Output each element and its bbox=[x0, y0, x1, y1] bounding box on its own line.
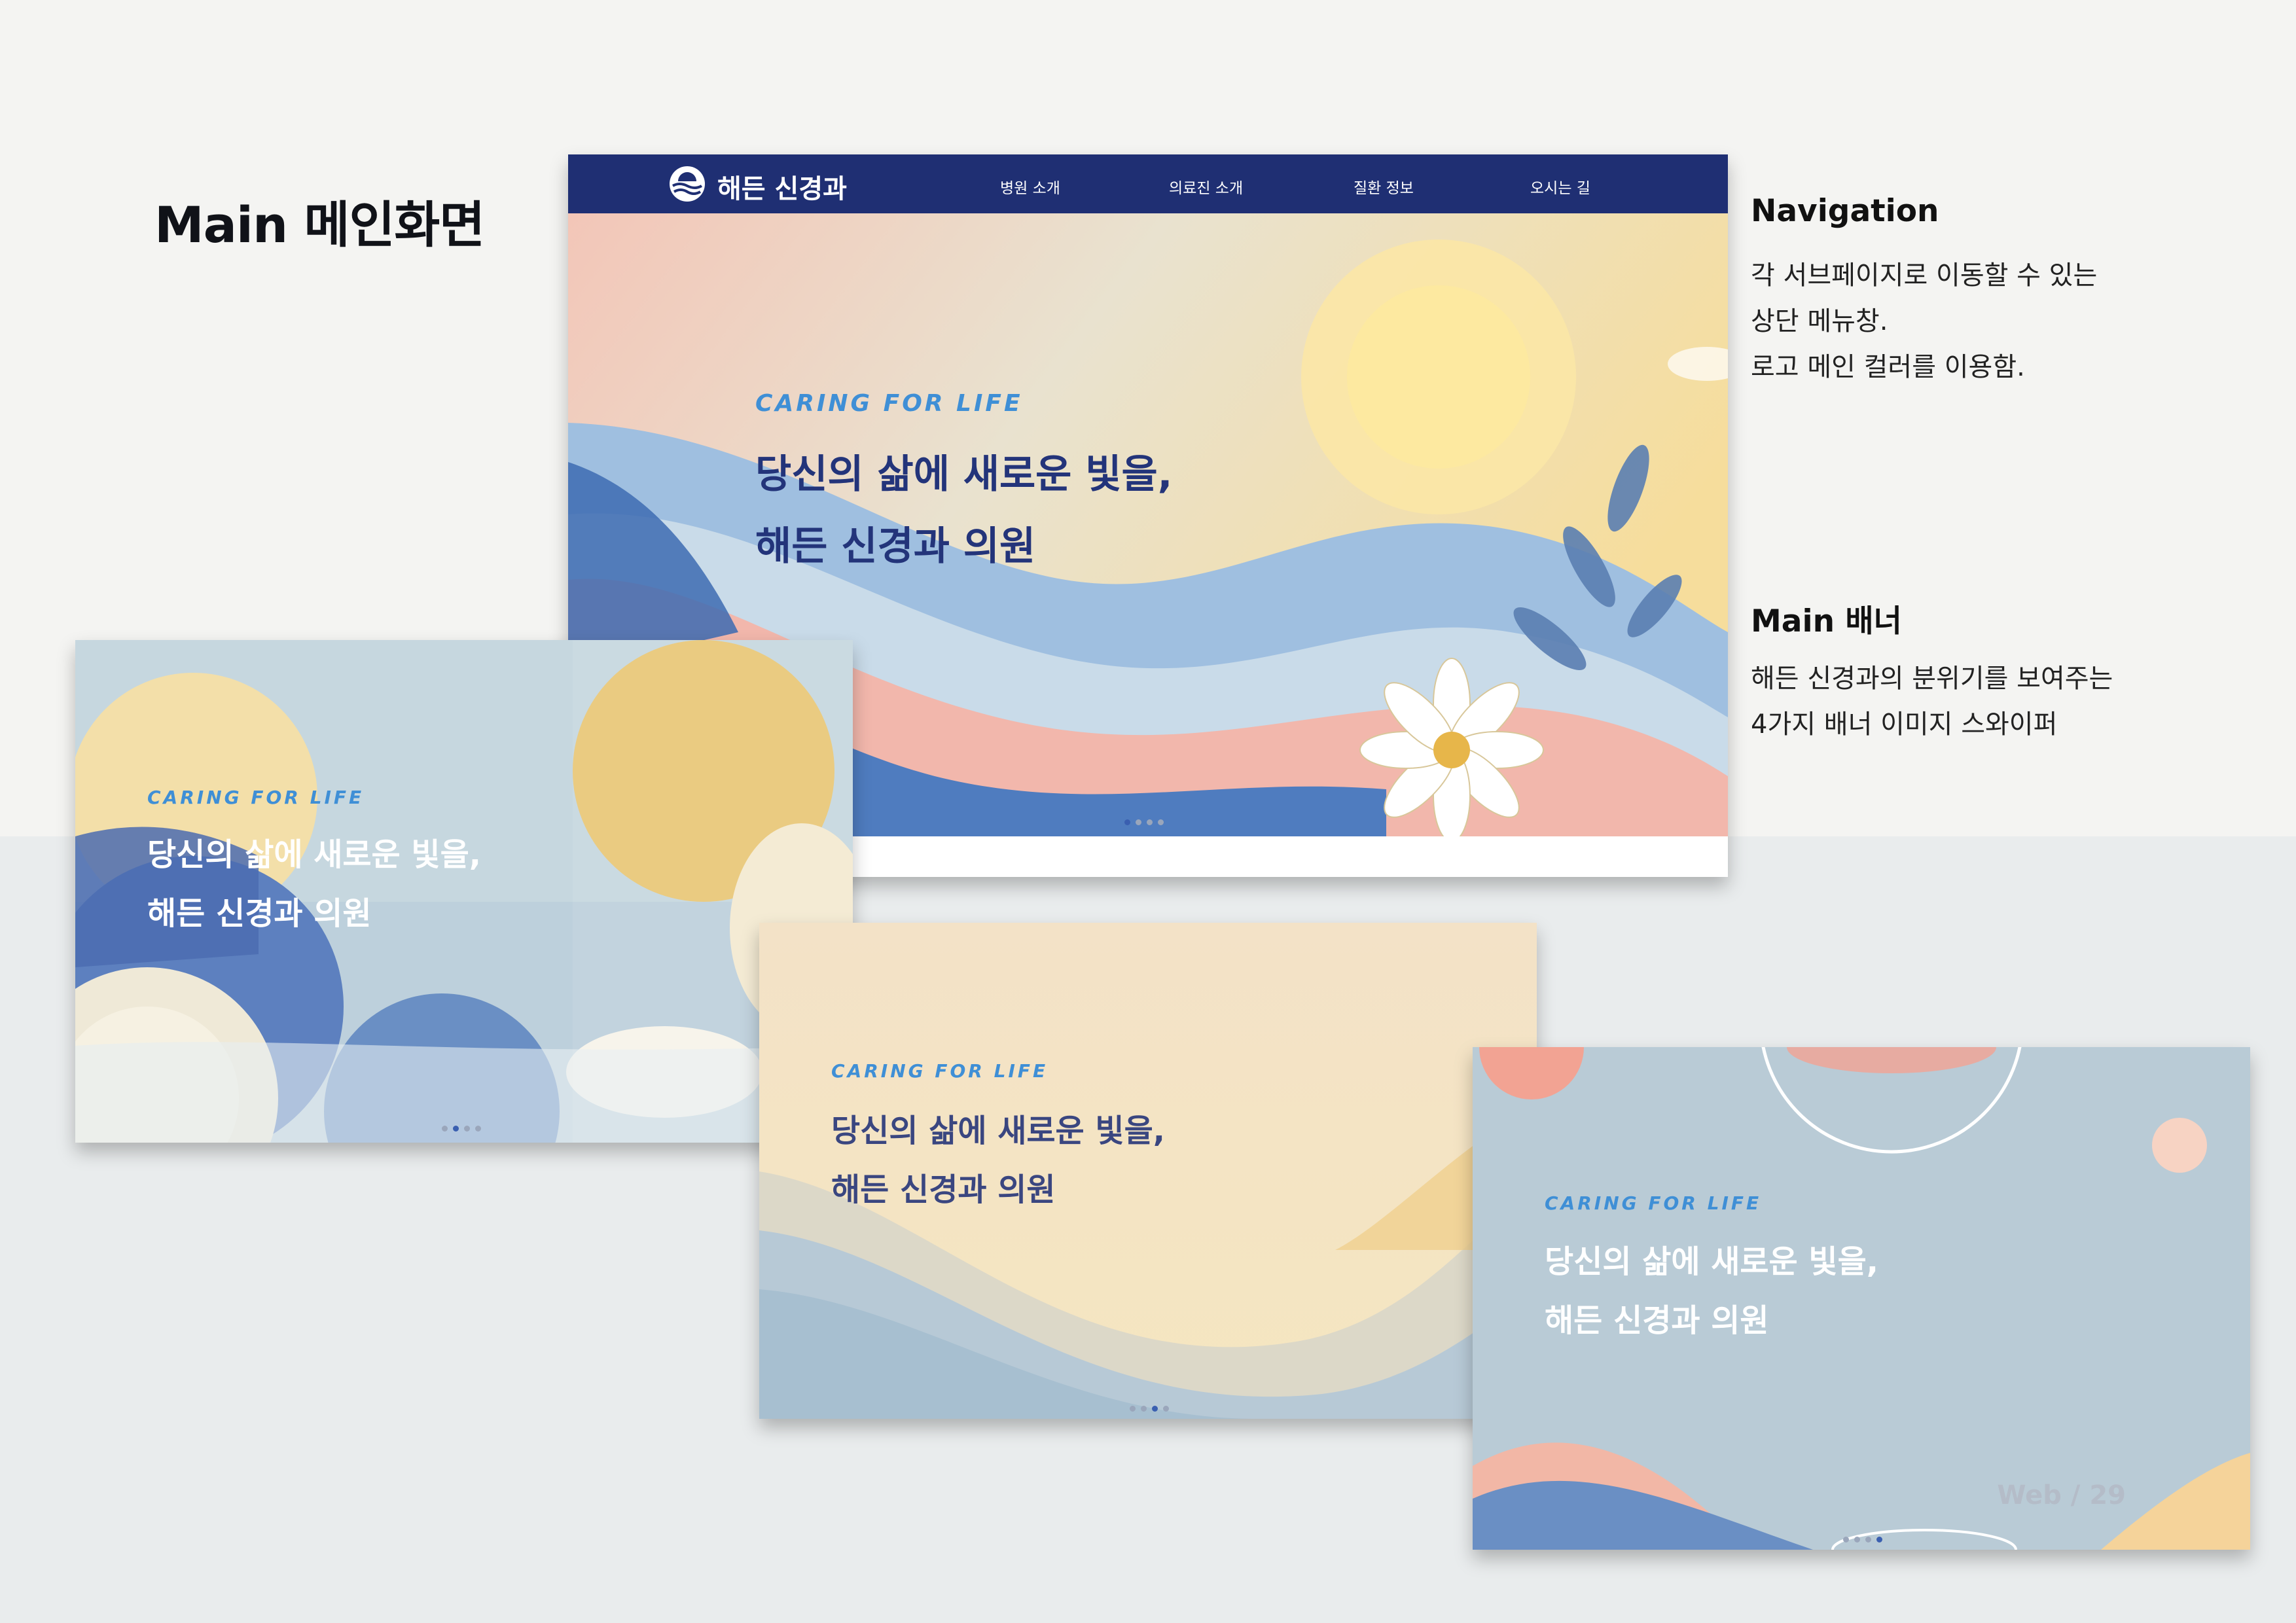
banner-headline-line2: 해든 신경과 의원 bbox=[147, 895, 372, 932]
banner-tagline: CARING FOR LIFE bbox=[755, 390, 1023, 417]
pagination-dot[interactable] bbox=[453, 1126, 459, 1132]
banner-tagline: CARING FOR LIFE bbox=[1545, 1192, 1762, 1214]
banner-headline-line2: 해든 신경과 의원 bbox=[831, 1171, 1056, 1208]
banner-slide-3[interactable]: CARING FOR LIFE 당신의 삶에 새로운 빛을, 해든 신경과 의원 bbox=[759, 923, 1537, 1419]
note-line: 해든 신경과의 분위기를 보여주는 bbox=[1751, 664, 2113, 694]
pagination-dots bbox=[1843, 1537, 1882, 1543]
nav-item-disease-info[interactable]: 질환 정보 bbox=[1354, 175, 1414, 198]
banner-tagline: CARING FOR LIFE bbox=[831, 1060, 1049, 1082]
nav-item-medical-staff[interactable]: 의료진 소개 bbox=[1169, 175, 1243, 198]
pagination-dot[interactable] bbox=[442, 1126, 448, 1132]
sun-wave-logo-icon bbox=[670, 166, 705, 202]
pagination-dot[interactable] bbox=[1854, 1537, 1860, 1543]
note-line: 로고 메인 컬러를 이용함. bbox=[1751, 352, 2025, 382]
pagination-dots bbox=[1124, 819, 1164, 825]
note-title: Main 배너 bbox=[1751, 603, 1902, 639]
nav-item-hospital-intro[interactable]: 병원 소개 bbox=[1000, 175, 1060, 198]
pagination-dot[interactable] bbox=[1876, 1537, 1882, 1543]
pagination-dot[interactable] bbox=[1843, 1537, 1849, 1543]
pagination-dot[interactable] bbox=[1163, 1406, 1169, 1412]
page-number: Web / 29 bbox=[1997, 1480, 2126, 1510]
note-line: 각 서브페이지로 이동할 수 있는 bbox=[1751, 260, 2098, 291]
pagination-dot[interactable] bbox=[475, 1126, 481, 1132]
pagination-dot[interactable] bbox=[1136, 819, 1141, 825]
pagination-dot[interactable] bbox=[1124, 819, 1130, 825]
pagination-dot[interactable] bbox=[1130, 1406, 1136, 1412]
page-title: Main 메인화면 bbox=[154, 196, 485, 254]
note-line: 상단 메뉴창. bbox=[1751, 306, 1888, 336]
banner-slide-4[interactable]: CARING FOR LIFE 당신의 삶에 새로운 빛을, 해든 신경과 의원… bbox=[1473, 1047, 2250, 1550]
banner-headline-line1: 당신의 삶에 새로운 빛을, bbox=[755, 452, 1173, 497]
banner-headline-line2: 해든 신경과 의원 bbox=[755, 524, 1036, 569]
banner-headline-line1: 당신의 삶에 새로운 빛을, bbox=[1545, 1243, 1878, 1280]
pagination-dot[interactable] bbox=[1152, 1406, 1158, 1412]
pagination-dots bbox=[442, 1126, 481, 1132]
banner-headline-line1: 당신의 삶에 새로운 빛을, bbox=[147, 836, 481, 873]
nav-item-directions[interactable]: 오시는 길 bbox=[1530, 175, 1590, 198]
banner-headline-line2: 해든 신경과 의원 bbox=[1545, 1302, 1769, 1339]
banner-slide-2[interactable]: CARING FOR LIFE 당신의 삶에 새로운 빛을, 해든 신경과 의원 bbox=[75, 640, 853, 1143]
pagination-dot[interactable] bbox=[1865, 1537, 1871, 1543]
top-navigation: 해든 신경과 병원 소개 의료진 소개 질환 정보 오시는 길 bbox=[568, 154, 1728, 213]
pagination-dots bbox=[1130, 1406, 1169, 1412]
pagination-dot[interactable] bbox=[1158, 819, 1164, 825]
pagination-dot[interactable] bbox=[1141, 1406, 1147, 1412]
banner-tagline: CARING FOR LIFE bbox=[147, 787, 365, 808]
banner-headline-line1: 당신의 삶에 새로운 빛을, bbox=[831, 1113, 1165, 1149]
pagination-dot[interactable] bbox=[1147, 819, 1153, 825]
pagination-dot[interactable] bbox=[464, 1126, 470, 1132]
note-line: 4가지 배너 이미지 스와이퍼 bbox=[1751, 709, 2058, 740]
logo-text[interactable]: 해든 신경과 bbox=[717, 168, 847, 205]
note-title: Navigation bbox=[1751, 193, 1939, 229]
